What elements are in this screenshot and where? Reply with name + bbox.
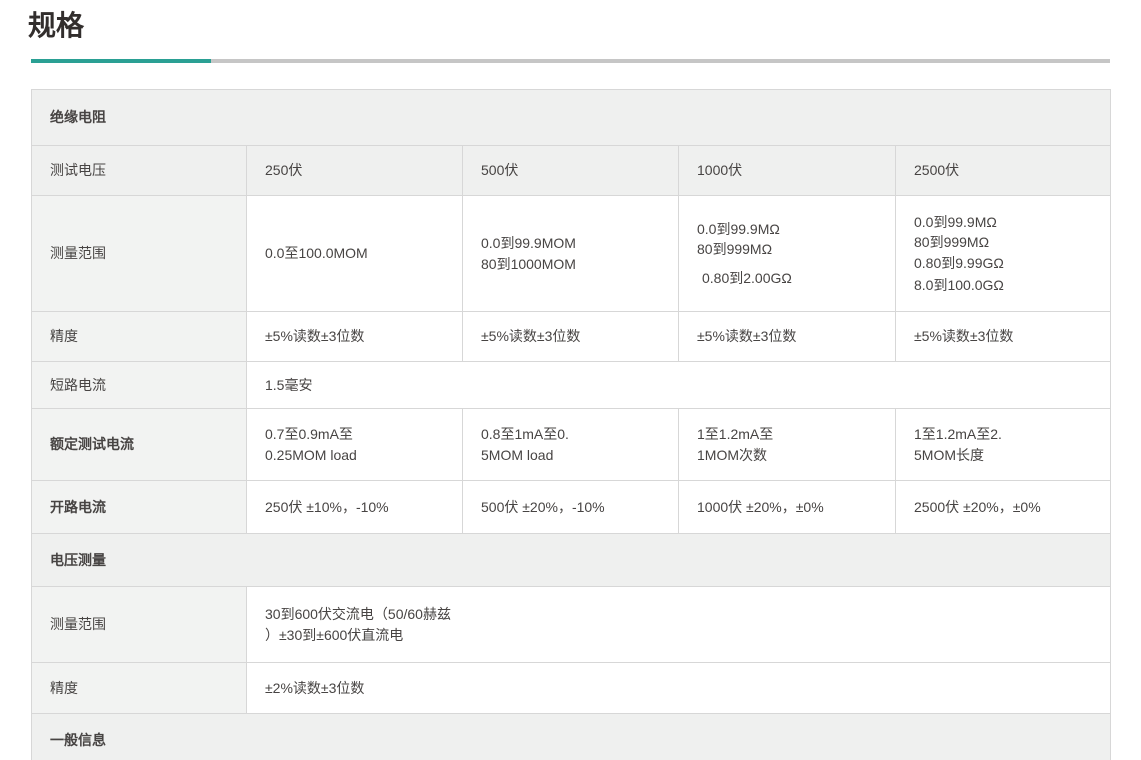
cell-range-ir-1: 0.0至100.0MOM [247, 196, 463, 312]
title-underline-track [31, 59, 1110, 63]
cell-range-ir-2: 0.0到99.9MOM 80到1000MOM [463, 196, 679, 312]
cell-test-voltage-4: 2500伏 [896, 146, 1111, 196]
value-line: 1至1.2mA至 [697, 424, 883, 444]
value-line: 0.0到99.9MOM [481, 233, 666, 253]
cell-open-circuit-3: 1000伏 ±20%，±0% [679, 481, 896, 534]
row-label-accuracy-v: 精度 [32, 663, 247, 714]
table-row-short-circuit-current: 短路电流 1.5毫安 [32, 362, 1111, 409]
table-row-measurement-range-v: 测量范围 30到600伏交流电（50/60赫兹 ）±30到±600伏直流电 [32, 587, 1111, 663]
cell-open-circuit-2: 500伏 ±20%，-10% [463, 481, 679, 534]
row-label-rated-test-current: 额定测试电流 [32, 409, 247, 481]
value-line: ）±30到±600伏直流电 [265, 625, 1098, 645]
value-line: 8.0到100.0GΩ [914, 275, 1098, 295]
value-line: 0.8至1mA至0. [481, 424, 666, 444]
cell-range-ir-3: 0.0到99.9MΩ 80到999MΩ 0.80到2.00GΩ [679, 196, 896, 312]
page-title: 规格 [28, 8, 1141, 44]
cell-range-ir-4: 0.0到99.9MΩ 80到999MΩ 0.80到9.99GΩ 8.0到100.… [896, 196, 1111, 312]
value-line: 0.0到99.9MΩ [914, 212, 1098, 232]
cell-accuracy-v: ±2%读数±3位数 [247, 663, 1111, 714]
section-header-general-info: 一般信息 [32, 714, 1111, 760]
value-line: 0.80到9.99GΩ [914, 253, 1098, 273]
section-header-insulation-resistance: 绝缘电阻 [32, 90, 1111, 146]
table-row-open-circuit-current: 开路电流 250伏 ±10%，-10% 500伏 ±20%，-10% 1000伏… [32, 481, 1111, 534]
table-row-insulation-section: 绝缘电阻 [32, 90, 1111, 146]
cell-accuracy-ir-4: ±5%读数±3位数 [896, 312, 1111, 362]
value-line: 80到1000MOM [481, 254, 666, 274]
cell-open-circuit-4: 2500伏 ±20%，±0% [896, 481, 1111, 534]
row-label-accuracy-ir: 精度 [32, 312, 247, 362]
table-row-accuracy-ir: 精度 ±5%读数±3位数 ±5%读数±3位数 ±5%读数±3位数 ±5%读数±3… [32, 312, 1111, 362]
value-line: 5MOM load [481, 445, 666, 465]
value-line: 0.80到2.00GΩ [697, 268, 883, 288]
value-line: 1至1.2mA至2. [914, 424, 1098, 444]
section-header-voltage-measurement: 电压测量 [32, 534, 1111, 587]
table-row-voltage-section: 电压测量 [32, 534, 1111, 587]
spec-page: 规格 绝缘电阻 测试电压 250伏 500伏 1000伏 2500伏 测量范围 … [0, 0, 1141, 760]
row-label-measurement-range-ir: 测量范围 [32, 196, 247, 312]
cell-test-voltage-3: 1000伏 [679, 146, 896, 196]
specs-table: 绝缘电阻 测试电压 250伏 500伏 1000伏 2500伏 测量范围 0.0… [31, 89, 1111, 760]
cell-rated-current-4: 1至1.2mA至2. 5MOM长度 [896, 409, 1111, 481]
cell-accuracy-ir-1: ±5%读数±3位数 [247, 312, 463, 362]
value-line: 80到999MΩ [914, 232, 1098, 252]
cell-rated-current-2: 0.8至1mA至0. 5MOM load [463, 409, 679, 481]
value-line: 80到999MΩ [697, 239, 883, 259]
cell-rated-current-3: 1至1.2mA至 1MOM次数 [679, 409, 896, 481]
table-row-general-section: 一般信息 [32, 714, 1111, 760]
cell-short-circuit-current: 1.5毫安 [247, 362, 1111, 409]
value-line: 0.25MOM load [265, 445, 450, 465]
value-line: 5MOM长度 [914, 445, 1098, 465]
table-row-test-voltage: 测试电压 250伏 500伏 1000伏 2500伏 [32, 146, 1111, 196]
cell-test-voltage-2: 500伏 [463, 146, 679, 196]
table-row-accuracy-v: 精度 ±2%读数±3位数 [32, 663, 1111, 714]
cell-measurement-range-v: 30到600伏交流电（50/60赫兹 ）±30到±600伏直流电 [247, 587, 1111, 663]
value-line: 1MOM次数 [697, 445, 883, 465]
cell-accuracy-ir-2: ±5%读数±3位数 [463, 312, 679, 362]
value-line: 30到600伏交流电（50/60赫兹 [265, 604, 1098, 624]
cell-rated-current-1: 0.7至0.9mA至 0.25MOM load [247, 409, 463, 481]
table-row-rated-test-current: 额定测试电流 0.7至0.9mA至 0.25MOM load 0.8至1mA至0… [32, 409, 1111, 481]
value-line: 0.0到99.9MΩ [697, 219, 883, 239]
title-underline-accent [31, 59, 211, 63]
table-row-measurement-range-ir: 测量范围 0.0至100.0MOM 0.0到99.9MOM 80到1000MOM… [32, 196, 1111, 312]
row-label-short-circuit-current: 短路电流 [32, 362, 247, 409]
value-line: 0.0至100.0MOM [265, 243, 450, 263]
value-line: 0.7至0.9mA至 [265, 424, 450, 444]
row-label-measurement-range-v: 测量范围 [32, 587, 247, 663]
cell-test-voltage-1: 250伏 [247, 146, 463, 196]
cell-accuracy-ir-3: ±5%读数±3位数 [679, 312, 896, 362]
row-label-test-voltage: 测试电压 [32, 146, 247, 196]
cell-open-circuit-1: 250伏 ±10%，-10% [247, 481, 463, 534]
row-label-open-circuit-current: 开路电流 [32, 481, 247, 534]
